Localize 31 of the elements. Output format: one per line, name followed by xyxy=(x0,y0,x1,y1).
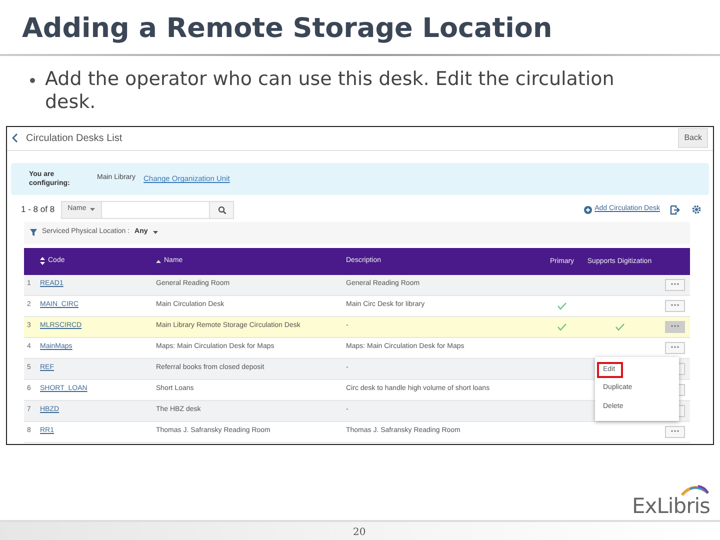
plus-circle-icon xyxy=(584,206,592,214)
result-count: 1 - 8 of 8 xyxy=(21,203,55,216)
row-actions-button[interactable] xyxy=(665,426,685,438)
row-actions-button[interactable] xyxy=(665,278,685,291)
row-actions-button[interactable] xyxy=(665,320,685,333)
more-icon xyxy=(671,430,679,432)
more-icon xyxy=(671,282,679,285)
caret-icon xyxy=(90,208,96,212)
bullet-dot xyxy=(30,78,35,83)
sort-icon xyxy=(40,257,45,266)
search-field[interactable] xyxy=(102,200,210,219)
more-icon xyxy=(671,346,679,348)
more-icon xyxy=(671,324,679,327)
export-icon[interactable] xyxy=(670,204,680,215)
back-chevron-icon[interactable] xyxy=(12,133,18,144)
page-title: Circulation Desks List xyxy=(26,132,124,146)
more-icon xyxy=(671,304,679,306)
search-icon xyxy=(218,206,226,214)
logo-text: ExLibris xyxy=(632,496,710,516)
search-button[interactable] xyxy=(210,200,234,219)
back-button[interactable]: Back xyxy=(678,128,708,148)
filter-icon xyxy=(30,229,37,236)
settings-icon[interactable] xyxy=(692,205,701,214)
sort-ascending-icon xyxy=(156,260,161,263)
caret-icon xyxy=(152,231,158,234)
row-actions-button[interactable] xyxy=(665,342,685,354)
page-number: 20 xyxy=(353,526,366,540)
row-actions-button[interactable] xyxy=(665,300,685,312)
slide-title: Adding a Remote Storage Location xyxy=(22,14,554,44)
logo-arc-icon xyxy=(680,483,710,496)
bullet-text: Add the operator who can use this desk. Edit the circulation desk. xyxy=(45,68,616,114)
